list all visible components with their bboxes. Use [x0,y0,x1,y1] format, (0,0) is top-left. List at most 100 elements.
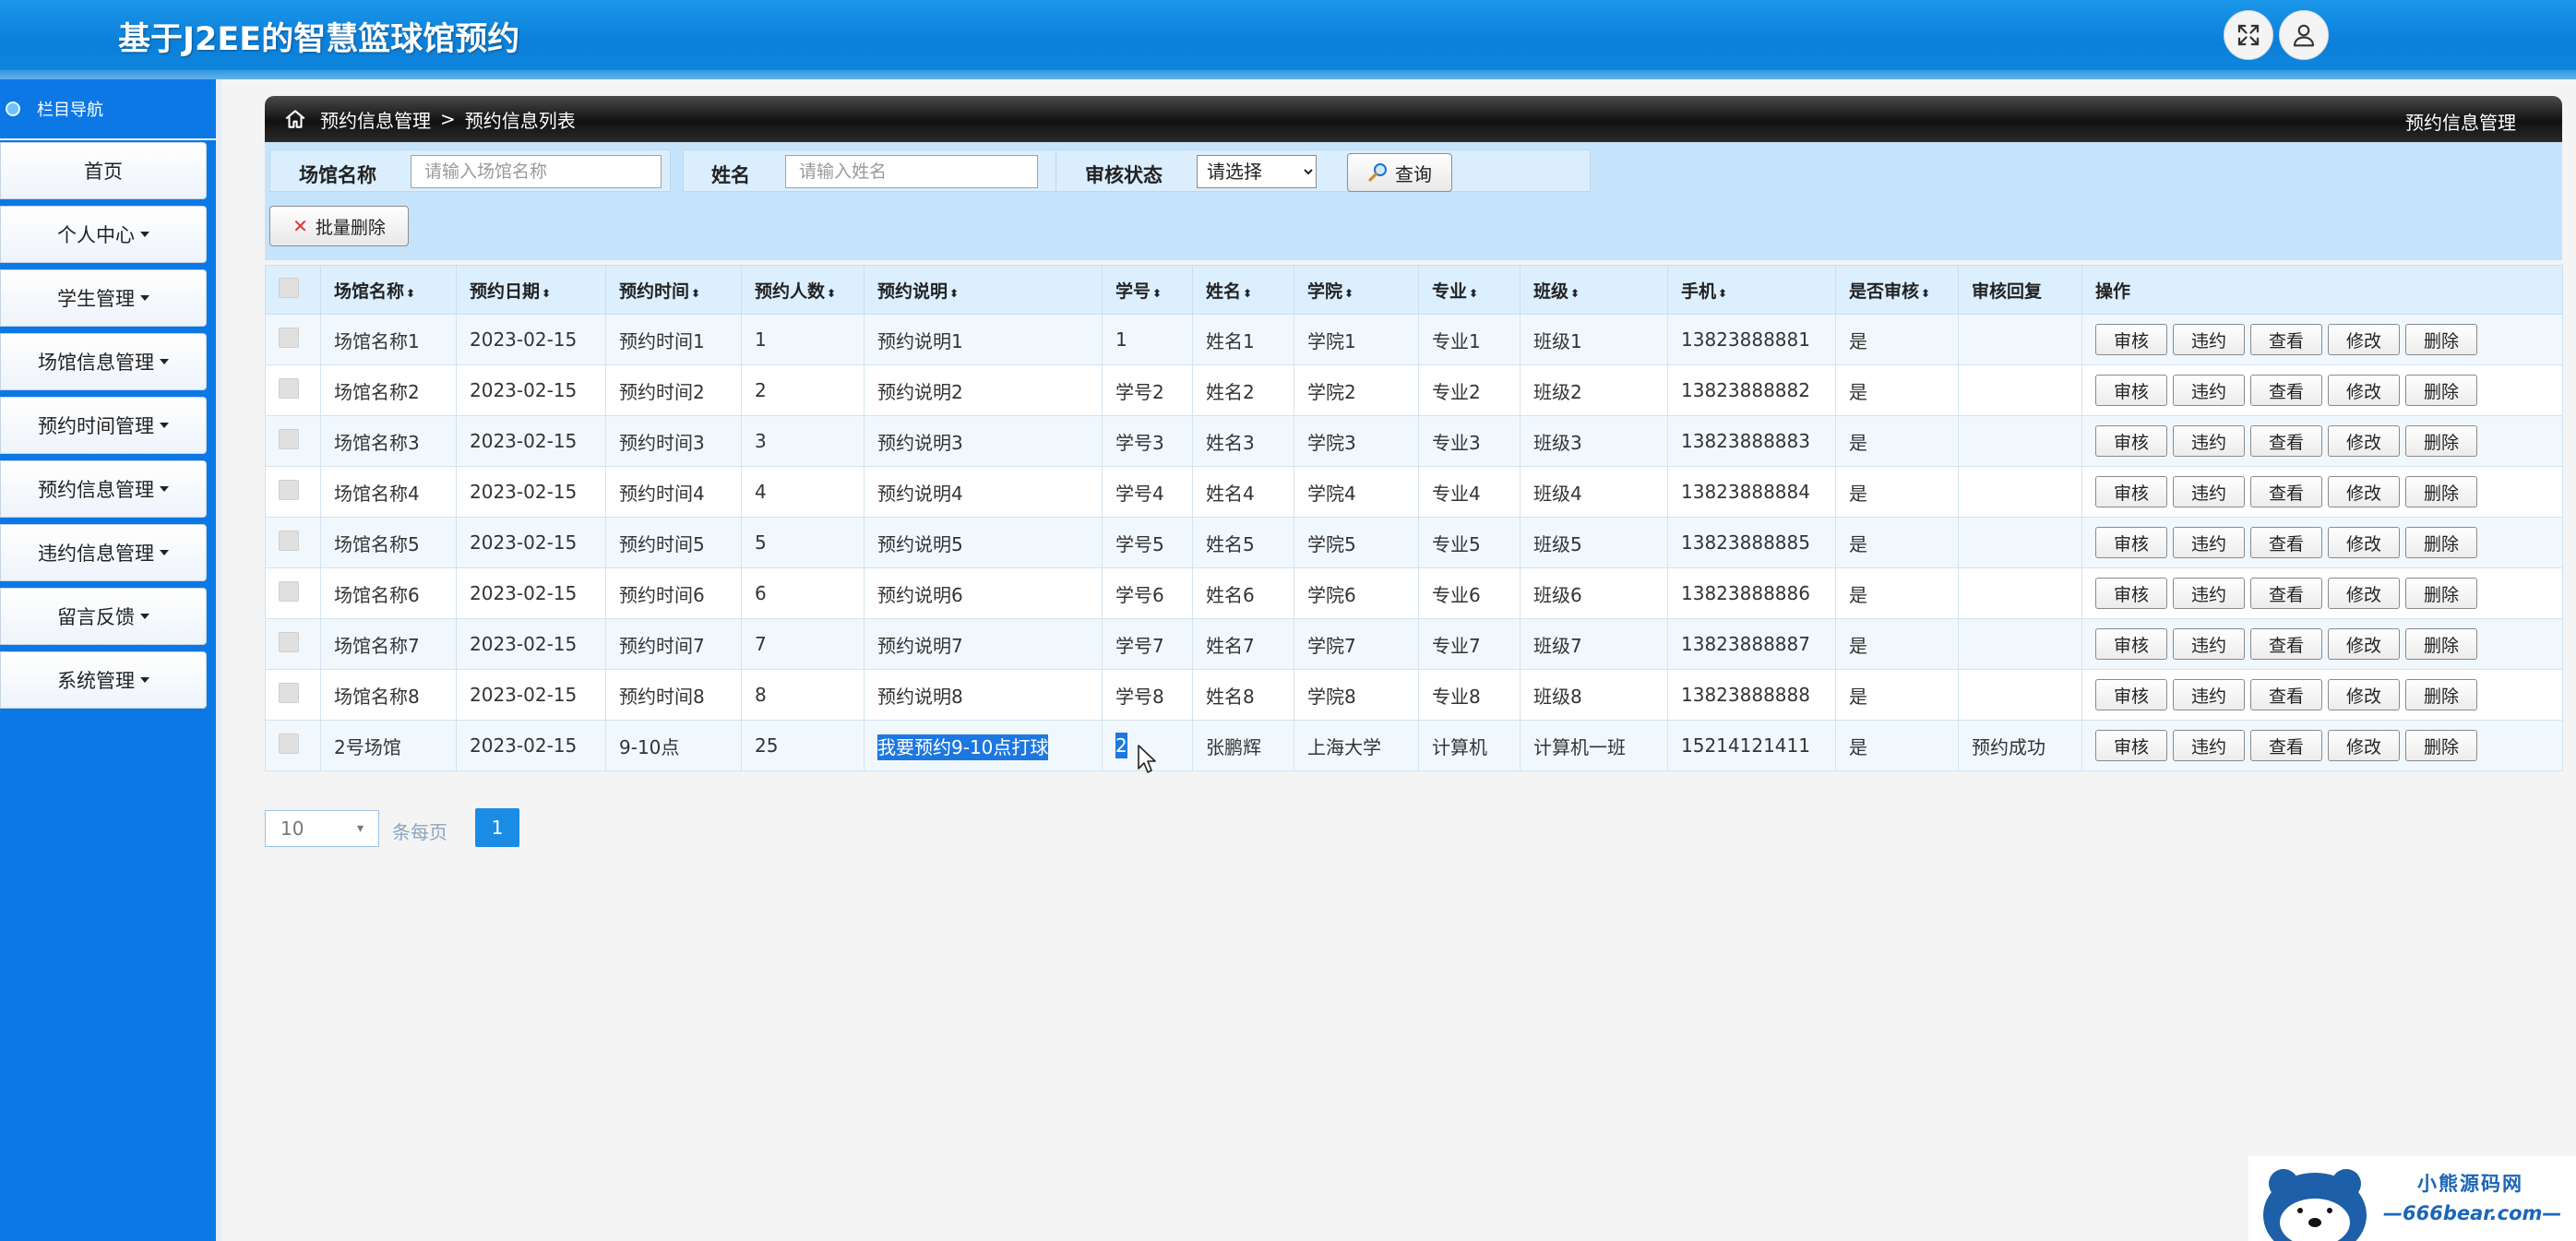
row-action-button-2[interactable]: 查看 [2250,578,2322,609]
status-select[interactable]: 请选择 [1197,155,1317,188]
row-action-button-1[interactable]: 违约 [2173,324,2245,355]
breadcrumb-level1[interactable]: 预约信息管理 [320,106,431,133]
row-action-button-2[interactable]: 查看 [2250,425,2322,457]
row-action-button-3[interactable]: 修改 [2328,679,2400,710]
sidebar-item-5[interactable]: 预约信息管理 [0,460,207,518]
row-checkbox[interactable] [279,377,299,399]
row-action-button-2[interactable]: 查看 [2250,527,2322,558]
sidebar-item-7[interactable]: 留言反馈 [0,588,207,645]
row-action-button-0[interactable]: 审核 [2095,324,2167,355]
column-header-2[interactable]: 预约时间 ⬍ [605,265,742,315]
row-checkbox[interactable] [279,682,299,703]
row-action-button-3[interactable]: 修改 [2328,578,2400,609]
row-action-button-1[interactable]: 违约 [2173,476,2245,507]
query-button[interactable]: 查询 [1347,153,1452,192]
row-action-button-2[interactable]: 查看 [2250,324,2322,355]
batch-delete-button[interactable]: ✕ 批量删除 [269,206,409,246]
row-action-button-1[interactable]: 违约 [2173,425,2245,457]
column-header-1[interactable]: 预约日期 ⬍ [456,265,606,315]
sidebar-item-0[interactable]: 首页 [0,142,207,199]
row-action-button-3[interactable]: 修改 [2328,476,2400,507]
sidebar-item-8[interactable]: 系统管理 [0,651,207,709]
row-action-button-4[interactable]: 删除 [2405,375,2477,406]
row-action-button-3[interactable]: 修改 [2328,375,2400,406]
column-header-11[interactable]: 是否审核 ⬍ [1835,265,1959,315]
row-checkbox[interactable] [279,733,299,754]
column-header-7[interactable]: 学院 ⬍ [1294,265,1419,315]
sort-icon[interactable]: ⬍ [1344,287,1354,300]
sidebar-item-1[interactable]: 个人中心 [0,206,207,263]
column-header-5[interactable]: 学号 ⬍ [1102,265,1193,315]
row-action-button-2[interactable]: 查看 [2250,375,2322,406]
row-action-button-3[interactable]: 修改 [2328,730,2400,761]
row-action-button-0[interactable]: 审核 [2095,679,2167,710]
column-header-label: 场馆名称 [334,280,405,302]
column-header-6[interactable]: 姓名 ⬍ [1192,265,1294,315]
row-action-button-2[interactable]: 查看 [2250,476,2322,507]
row-action-button-1[interactable]: 违约 [2173,527,2245,558]
sort-icon[interactable]: ⬍ [691,287,700,300]
select-all-checkbox[interactable] [279,277,299,298]
sort-icon[interactable]: ⬍ [1152,287,1162,300]
venue-search-input[interactable] [411,155,662,188]
name-search-input[interactable] [785,155,1038,188]
row-checkbox[interactable] [279,428,299,449]
row-action-button-4[interactable]: 删除 [2405,730,2477,761]
sort-icon[interactable]: ⬍ [827,287,836,300]
page-button-current[interactable]: 1 [475,808,519,847]
row-action-button-4[interactable]: 删除 [2405,527,2477,558]
home-icon[interactable] [283,107,307,131]
column-header-10[interactable]: 手机 ⬍ [1667,265,1836,315]
row-action-button-1[interactable]: 违约 [2173,628,2245,660]
row-action-button-4[interactable]: 删除 [2405,679,2477,710]
row-action-button-3[interactable]: 修改 [2328,628,2400,660]
row-checkbox[interactable] [279,530,299,551]
fullscreen-button[interactable] [2224,10,2273,60]
page-size-select[interactable]: 10 ▾ [265,810,379,847]
row-action-button-4[interactable]: 删除 [2405,578,2477,609]
row-action-button-1[interactable]: 违约 [2173,375,2245,406]
row-checkbox[interactable] [279,580,299,602]
row-action-button-2[interactable]: 查看 [2250,679,2322,710]
sidebar-item-6[interactable]: 违约信息管理 [0,524,207,581]
row-action-button-4[interactable]: 删除 [2405,628,2477,660]
user-profile-button[interactable] [2279,10,2329,60]
row-action-button-4[interactable]: 删除 [2405,324,2477,355]
row-action-button-3[interactable]: 修改 [2328,425,2400,457]
row-action-button-4[interactable]: 删除 [2405,476,2477,507]
row-action-button-2[interactable]: 查看 [2250,730,2322,761]
sort-icon[interactable]: ⬍ [542,287,551,300]
row-action-button-4[interactable]: 删除 [2405,425,2477,457]
column-header-9[interactable]: 班级 ⬍ [1520,265,1668,315]
column-header-3[interactable]: 预约人数 ⬍ [741,265,865,315]
row-action-button-2[interactable]: 查看 [2250,628,2322,660]
row-action-button-0[interactable]: 审核 [2095,628,2167,660]
sort-icon[interactable]: ⬍ [1469,287,1478,300]
column-header-0[interactable]: 场馆名称 ⬍ [320,265,457,315]
row-action-button-0[interactable]: 审核 [2095,476,2167,507]
sort-icon[interactable]: ⬍ [1718,287,1727,300]
sort-icon[interactable]: ⬍ [1921,287,1930,300]
sidebar-item-3[interactable]: 场馆信息管理 [0,333,207,390]
row-action-button-0[interactable]: 审核 [2095,578,2167,609]
row-action-button-1[interactable]: 违约 [2173,730,2245,761]
sort-icon[interactable]: ⬍ [949,287,959,300]
sort-icon[interactable]: ⬍ [1570,287,1580,300]
row-action-button-0[interactable]: 审核 [2095,425,2167,457]
row-action-button-0[interactable]: 审核 [2095,375,2167,406]
row-checkbox[interactable] [279,479,299,500]
row-action-button-0[interactable]: 审核 [2095,730,2167,761]
row-checkbox[interactable] [279,631,299,652]
sidebar-item-4[interactable]: 预约时间管理 [0,397,207,454]
sidebar-item-2[interactable]: 学生管理 [0,269,207,327]
row-action-button-1[interactable]: 违约 [2173,578,2245,609]
column-header-4[interactable]: 预约说明 ⬍ [864,265,1103,315]
row-action-button-0[interactable]: 审核 [2095,527,2167,558]
row-checkbox[interactable] [279,327,299,348]
sort-icon[interactable]: ⬍ [406,287,415,300]
row-action-button-1[interactable]: 违约 [2173,679,2245,710]
row-action-button-3[interactable]: 修改 [2328,527,2400,558]
column-header-8[interactable]: 专业 ⬍ [1418,265,1521,315]
row-action-button-3[interactable]: 修改 [2328,324,2400,355]
sort-icon[interactable]: ⬍ [1243,287,1252,300]
